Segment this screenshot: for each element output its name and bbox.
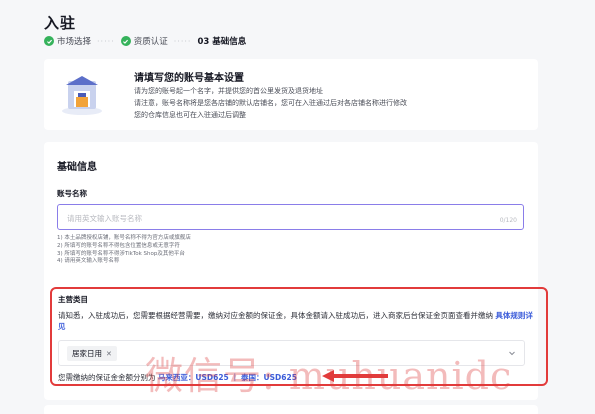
- input-placeholder: 请用英文输入账号名称: [67, 214, 142, 223]
- onboarding-page: 入驻 市场选择 ····· 资质认证 ····· 03 基础信息 请填写您的账号…: [0, 0, 595, 414]
- char-counter: 0/120: [499, 217, 517, 224]
- info-banner: 请填写您的账号基本设置 请为您的账号起一个名字，并提供您的首公里发货及退货地址 …: [44, 59, 538, 130]
- account-name-hints: 1) 本土品牌授权店铺，账号名称不得为官方店或旗舰店 2) 所填写的账号名称不得…: [57, 235, 191, 266]
- step-label: 市场选择: [57, 37, 92, 47]
- next-card: [44, 405, 538, 414]
- info-line: 请为您的账号起一个名字，并提供您的首公里发货及退货地址: [134, 87, 323, 95]
- check-circle-icon: [120, 36, 131, 46]
- watermark-text: 微信号: muhuanidc: [145, 354, 513, 398]
- info-line: 您的仓库信息也可在入驻通过后调整: [134, 111, 246, 119]
- check-circle-icon: [44, 36, 54, 46]
- hint-line: 4) 请用英文输入账号名称: [57, 258, 120, 265]
- main-category-description: 请知悉，入驻成功后，您需要根据经营需要，缴纳对应金额的保证金，具体金额请入驻成功…: [58, 310, 538, 332]
- main-category-label: 主营类目: [58, 295, 88, 304]
- hint-line: 2) 所填写的账号名称不得包含位置信息或无意字符: [57, 242, 180, 249]
- warehouse-illustration-icon: [62, 76, 102, 115]
- section-title: 基础信息: [57, 162, 97, 173]
- description-text: 请知悉，入驻成功后，您需要根据经营需要，缴纳对应金额的保证金，具体金额请入驻成功…: [58, 311, 493, 320]
- step-separator: ·····: [173, 36, 192, 46]
- selected-category-tag: 居家日用 ✕: [67, 346, 117, 361]
- hint-line: 1) 本土品牌授权店铺，账号名称不得为官方店或旗舰店: [57, 235, 191, 241]
- step-market: 市场选择: [44, 35, 91, 47]
- deposit-prefix: 您需缴纳的保证金金额分别为: [58, 373, 156, 382]
- info-title: 请填写您的账号基本设置: [134, 73, 244, 84]
- page-title: 入驻: [44, 14, 77, 32]
- tag-label: 居家日用: [72, 349, 102, 358]
- tag-close-icon[interactable]: ✕: [106, 350, 112, 358]
- step-basic-info: 03 基础信息: [197, 35, 246, 47]
- account-name-label: 账号名称: [57, 189, 87, 198]
- info-line: 请注意，账号名称将是您各店铺的默认店铺名，您可在入驻通过后对各店铺名称进行修改: [134, 99, 407, 107]
- step-label: 03 基础信息: [197, 37, 247, 47]
- step-label: 资质认证: [133, 37, 168, 47]
- step-indicator: 市场选择 ····· 资质认证 ····· 03 基础信息: [44, 35, 246, 47]
- account-name-input[interactable]: 请用英文输入账号名称 0/120: [57, 204, 524, 230]
- step-separator: ·····: [97, 36, 115, 46]
- step-qualification: 资质认证: [120, 35, 168, 47]
